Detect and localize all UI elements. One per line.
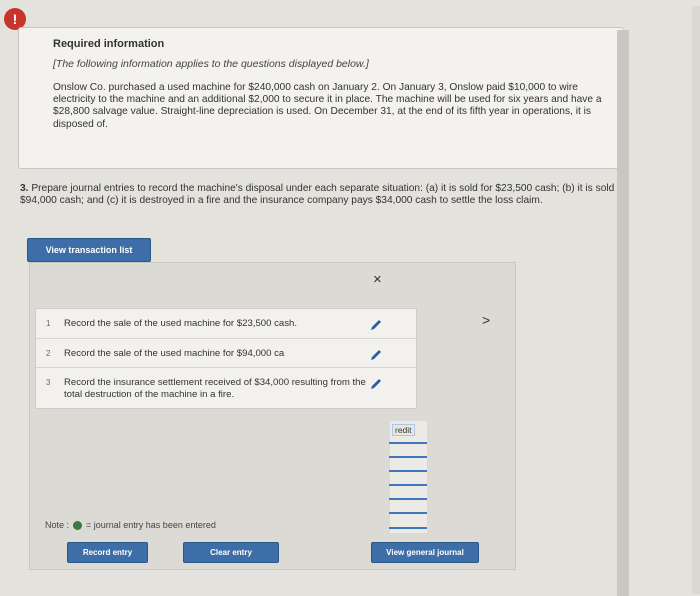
question-3: 3. Prepare journal entries to record the… [20,183,635,206]
note-prefix: Note : [45,520,70,530]
question-number: 3. [20,183,29,194]
transaction-item-3[interactable]: 3 Record the insurance settlement receiv… [36,368,416,408]
record-entry-button[interactable]: Record entry [67,542,148,563]
credit-input-line[interactable] [389,470,427,472]
credit-column-header: redit [392,424,415,436]
pencil-icon[interactable] [369,377,383,391]
question-text: Prepare journal entries to record the ma… [20,183,630,206]
note-legend: Note : = journal entry has been entered [45,520,216,530]
credit-input-line[interactable] [389,527,427,529]
view-transaction-list-button[interactable]: View transaction list [27,238,151,262]
required-information-subtitle: [The following information applies to th… [53,58,369,70]
credit-input-line[interactable] [389,442,427,444]
transaction-list: 1 Record the sale of the used machine fo… [35,308,417,409]
clear-entry-button[interactable]: Clear entry [183,542,279,563]
transaction-number: 1 [46,319,51,328]
credit-input-line[interactable] [389,456,427,458]
credit-input-line[interactable] [389,484,427,486]
transaction-number: 2 [46,348,51,358]
transaction-number: 3 [46,378,51,387]
credit-input-line[interactable] [389,498,427,500]
transaction-item-2[interactable]: 2 Record the sale of the used machine fo… [36,339,416,368]
transaction-item-1[interactable]: 1 Record the sale of the used machine fo… [36,309,416,339]
pencil-icon[interactable] [369,348,383,362]
transaction-text: Record the sale of the used machine for … [64,318,298,329]
chevron-right-icon[interactable]: > [482,312,490,328]
note-text: = journal entry has been entered [86,520,216,530]
credit-column [390,421,427,533]
required-information-box: Required information [The following info… [18,27,624,169]
pencil-icon[interactable] [369,318,383,332]
scrollbar[interactable] [692,6,700,594]
credit-input-line[interactable] [389,512,427,514]
scrollbar-thumb[interactable] [617,30,629,596]
transaction-text: Record the insurance settlement received… [64,377,366,400]
required-information-body: Onslow Co. purchased a used machine for … [53,82,602,130]
transaction-text: Record the sale of the used machine for … [64,347,285,359]
view-general-journal-button[interactable]: View general journal [371,542,479,563]
close-icon[interactable]: × [373,271,382,288]
required-information-title: Required information [53,38,165,50]
entered-status-dot-icon [73,520,83,530]
